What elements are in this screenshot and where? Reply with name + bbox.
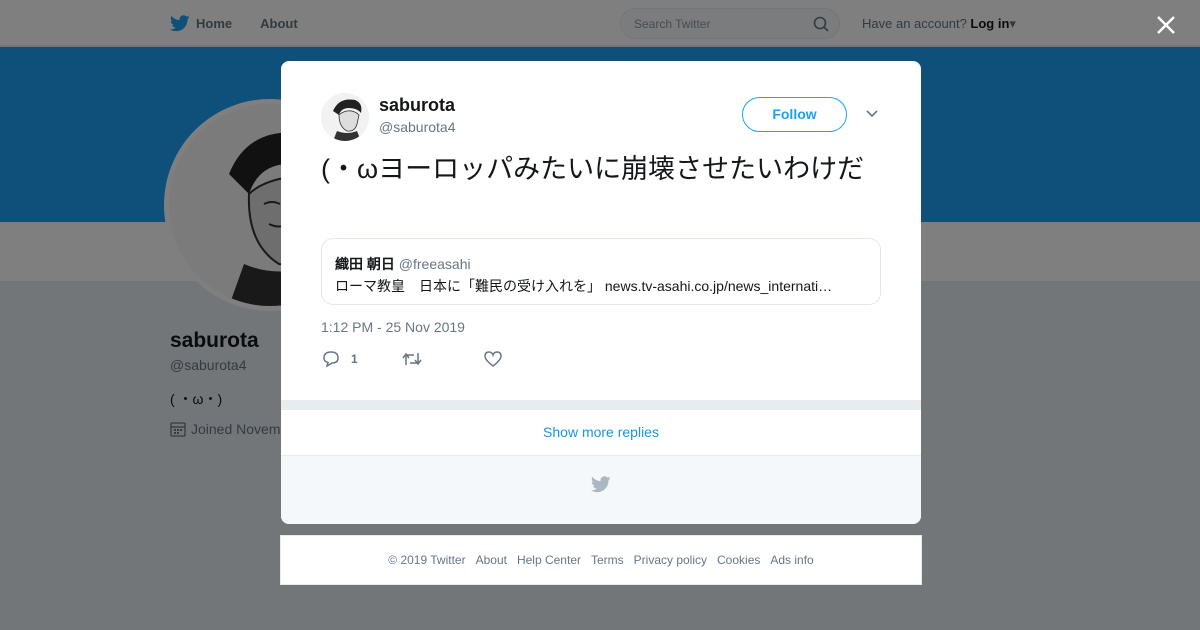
quoted-tweet[interactable]: 織田 朝日 @freeasahi ローマ教皇 日本に「難民の受け入れを」 new… (321, 238, 881, 305)
footer-link-privacy[interactable]: Privacy policy (634, 553, 707, 567)
follow-button[interactable]: Follow (742, 97, 847, 132)
retweet-icon (402, 352, 422, 366)
quoted-tweet-author-handle: @freeasahi (398, 256, 471, 272)
tweet-author-name[interactable]: saburota (379, 95, 455, 116)
quoted-tweet-author: 織田 朝日 @freeasahi (335, 254, 471, 274)
page-footer: © 2019 Twitter About Help Center Terms P… (280, 535, 922, 585)
modal-footer (281, 456, 921, 524)
tweet-author-avatar[interactable] (321, 93, 369, 141)
close-icon[interactable] (1153, 12, 1179, 38)
tweet-modal: saburota @saburota4 Follow (・ωヨーロッパみたいに崩… (281, 61, 921, 524)
reply-button[interactable]: 1 (321, 350, 358, 368)
twitter-bird-icon (591, 476, 611, 493)
chevron-down-icon[interactable] (865, 109, 879, 119)
footer-link-terms[interactable]: Terms (591, 553, 624, 567)
footer-link-help-center[interactable]: Help Center (517, 553, 581, 567)
tweet-timestamp[interactable]: 1:12 PM - 25 Nov 2019 (321, 319, 465, 335)
quoted-tweet-author-name: 織田 朝日 (335, 256, 395, 272)
reply-icon (323, 351, 339, 368)
like-icon (484, 351, 502, 367)
reply-count: 1 (351, 352, 358, 366)
show-more-replies-link[interactable]: Show more replies (281, 410, 921, 456)
footer-link-ads-info[interactable]: Ads info (770, 553, 813, 567)
modal-divider (281, 400, 921, 410)
retweet-button[interactable] (401, 350, 423, 368)
footer-link-cookies[interactable]: Cookies (717, 553, 760, 567)
footer-link-about[interactable]: About (476, 553, 507, 567)
quoted-tweet-text: ローマ教皇 日本に「難民の受け入れを」 news.tv-asahi.co.jp/… (335, 278, 833, 294)
tweet-avatar-sketch (321, 93, 369, 141)
tweet-text: (・ωヨーロッパみたいに崩壊させたいわけだ (321, 154, 865, 184)
tweet-author-handle[interactable]: @saburota4 (379, 119, 455, 135)
like-button[interactable] (483, 350, 503, 368)
footer-copyright: © 2019 Twitter (388, 553, 466, 567)
